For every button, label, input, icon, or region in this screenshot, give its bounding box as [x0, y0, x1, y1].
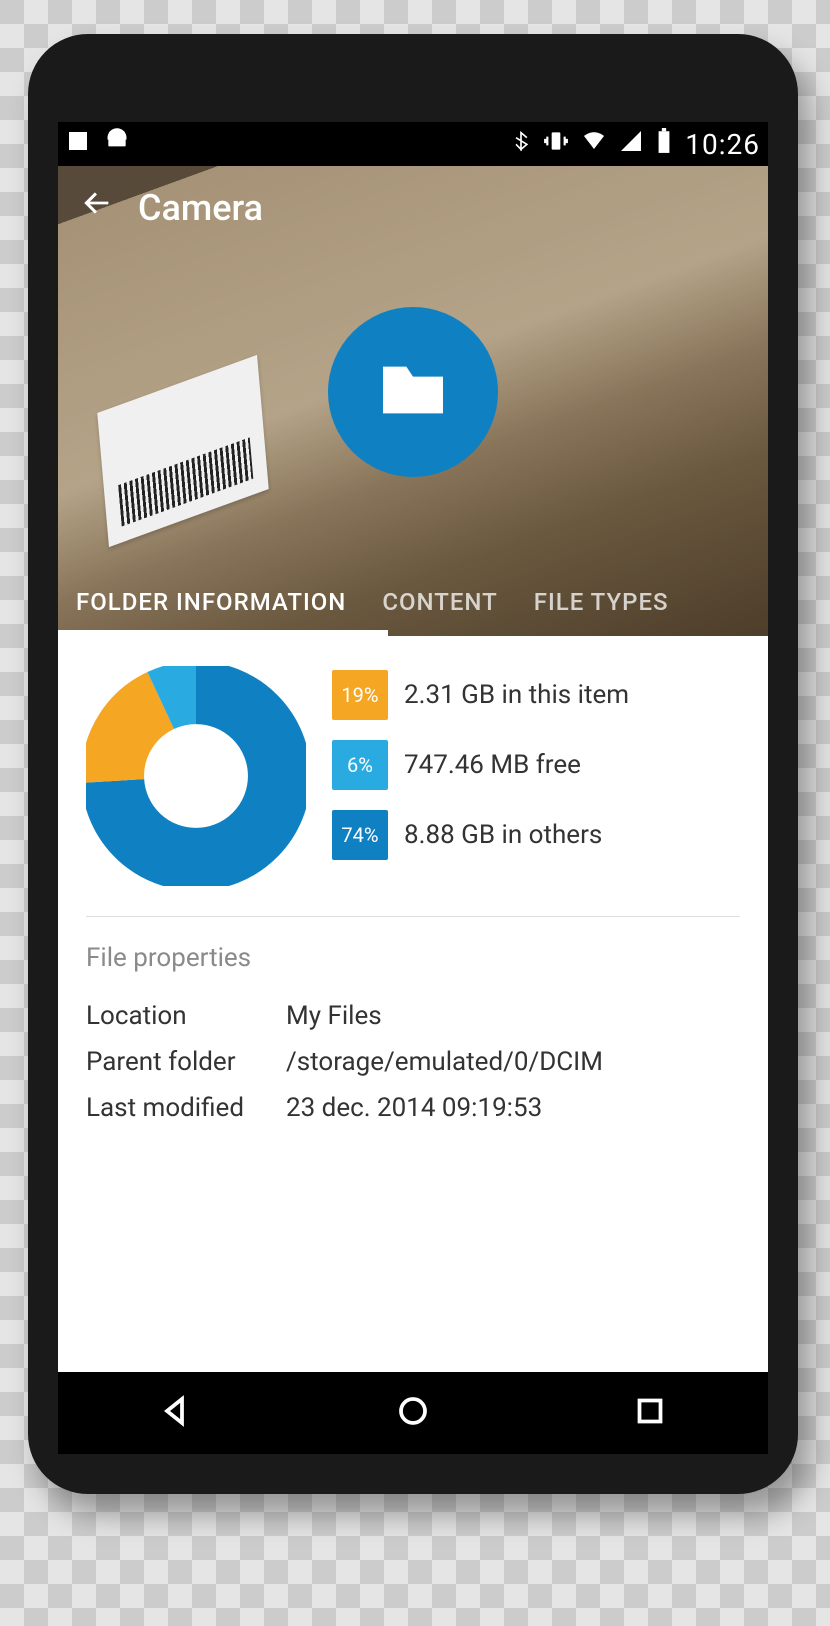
bluetooth-icon [511, 128, 531, 161]
property-key: Last modified [86, 1093, 286, 1123]
legend-chip-others: 74% [332, 810, 388, 860]
content-area: 19% 2.31 GB in this item 6% 747.46 MB fr… [58, 636, 768, 1161]
legend-chip-free: 6% [332, 740, 388, 790]
vibrate-icon [543, 128, 569, 161]
box-label-decor [97, 355, 268, 547]
page-title: Camera [138, 187, 263, 229]
property-value: 23 dec. 2014 09:19:53 [286, 1093, 542, 1123]
status-bar: 10:26 [58, 122, 768, 166]
property-parent: Parent folder /storage/emulated/0/DCIM [86, 1039, 740, 1085]
nav-home-icon[interactable] [395, 1393, 431, 1433]
folder-icon [373, 350, 453, 434]
legend-label-this: 2.31 GB in this item [404, 680, 629, 710]
legend-item-others: 74% 8.88 GB in others [332, 810, 740, 860]
battery-icon [655, 128, 673, 161]
legend-label-free: 747.46 MB free [404, 750, 581, 780]
property-location: Location My Files [86, 993, 740, 1039]
nav-recents-icon[interactable] [632, 1393, 668, 1433]
device-frame: 10:26 Camera FOLDER INFORMATION CONTENT … [28, 34, 798, 1494]
properties-heading: File properties [86, 943, 740, 973]
folder-badge [328, 307, 498, 477]
android-icon [104, 128, 130, 161]
legend-item-this: 19% 2.31 GB in this item [332, 670, 740, 720]
screen: 10:26 Camera FOLDER INFORMATION CONTENT … [58, 122, 768, 1454]
tab-content[interactable]: CONTENT [364, 566, 515, 636]
property-value: My Files [286, 1001, 382, 1031]
android-nav-bar [58, 1372, 768, 1454]
tab-file-types[interactable]: FILE TYPES [516, 566, 687, 636]
status-clock: 10:26 [685, 128, 760, 161]
nav-back-icon[interactable] [158, 1393, 194, 1433]
storage-summary: 19% 2.31 GB in this item 6% 747.46 MB fr… [86, 666, 740, 917]
storage-legend: 19% 2.31 GB in this item 6% 747.46 MB fr… [332, 666, 740, 860]
header-image: Camera FOLDER INFORMATION CONTENT FILE T… [58, 166, 768, 636]
legend-label-others: 8.88 GB in others [404, 820, 602, 850]
legend-item-free: 6% 747.46 MB free [332, 740, 740, 790]
back-icon[interactable] [80, 186, 114, 229]
image-notification-icon [66, 129, 90, 160]
cell-signal-icon [619, 129, 643, 160]
storage-donut-chart [86, 666, 306, 886]
property-key: Parent folder [86, 1047, 286, 1077]
tab-folder-information[interactable]: FOLDER INFORMATION [58, 566, 364, 636]
property-key: Location [86, 1001, 286, 1031]
legend-chip-this: 19% [332, 670, 388, 720]
tab-bar: FOLDER INFORMATION CONTENT FILE TYPES [58, 566, 768, 636]
wifi-icon [581, 129, 607, 160]
property-value: /storage/emulated/0/DCIM [286, 1047, 603, 1077]
tab-indicator [58, 630, 388, 636]
property-modified: Last modified 23 dec. 2014 09:19:53 [86, 1085, 740, 1131]
